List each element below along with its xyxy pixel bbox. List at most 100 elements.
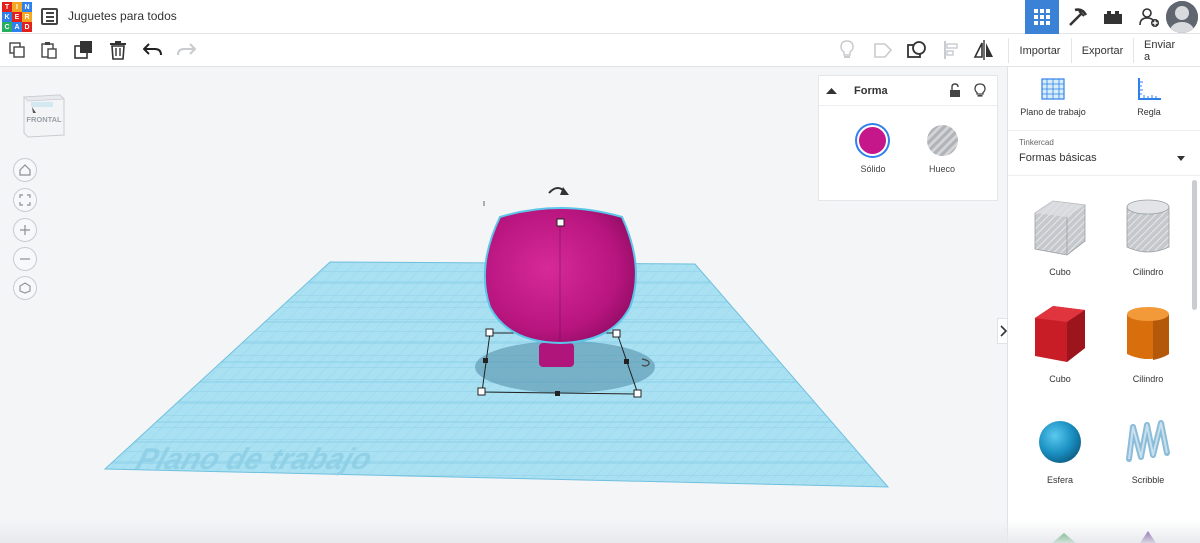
shape-label: Cubo (1049, 374, 1071, 384)
workplane-icon (1041, 78, 1065, 100)
home-icon (19, 164, 31, 176)
grid-view-button[interactable] (1025, 0, 1059, 34)
hole-cylinder-icon (1126, 199, 1170, 253)
grid-view-icon (1034, 9, 1050, 25)
trash-icon (110, 41, 126, 60)
avatar[interactable] (1166, 1, 1198, 33)
copy-icon (9, 42, 25, 58)
panel-scrollbar[interactable] (1192, 180, 1197, 310)
shape-scribble[interactable]: Scribble (1108, 417, 1188, 485)
design-list-icon[interactable] (41, 8, 58, 25)
logo-letter: E (12, 12, 22, 22)
rotate-top-icon[interactable] (548, 187, 569, 195)
mirror-button[interactable] (973, 39, 995, 61)
light-bulb-icon (840, 40, 854, 58)
logo-letter: N (22, 2, 32, 12)
show-lights-button[interactable] (836, 39, 858, 61)
chevron-down-icon (1177, 156, 1185, 161)
logo-letter: K (2, 12, 12, 22)
document-title[interactable]: Juguetes para todos (68, 9, 177, 23)
zoom-in-button[interactable] (13, 218, 37, 242)
logo-letter: A (12, 22, 22, 32)
paste-button[interactable] (38, 39, 60, 61)
lock-icon[interactable] (949, 83, 961, 98)
zoom-out-button[interactable] (13, 247, 37, 271)
shape-inspector: Forma Sólido Hueco (818, 75, 998, 201)
orthographic-icon (19, 282, 31, 294)
ruler-tool-button[interactable]: Regla (1104, 77, 1194, 117)
zoom-in-icon (20, 225, 30, 235)
cube-icon (1035, 306, 1085, 362)
zoom-out-icon (20, 258, 30, 260)
shape-hole-cylinder[interactable]: Cilindro (1108, 197, 1188, 277)
logo-letter: I (12, 2, 22, 12)
delete-button[interactable] (107, 39, 129, 61)
shape-cube[interactable]: Cubo (1020, 304, 1100, 384)
align-icon (944, 41, 958, 59)
fit-view-icon (19, 194, 31, 206)
avatar-icon (1166, 1, 1198, 33)
lego-brick-icon (1104, 11, 1122, 24)
redo-button[interactable] (175, 39, 197, 61)
align-button[interactable] (941, 39, 963, 61)
cup-stem[interactable] (539, 343, 574, 367)
shape-label: Cilindro (1132, 374, 1164, 384)
solid-label: Sólido (860, 164, 886, 174)
shape-sphere[interactable]: Esfera (1020, 417, 1100, 485)
add-user-button[interactable] (1132, 0, 1166, 34)
paste-icon (41, 42, 57, 59)
light-bulb-icon[interactable] (974, 83, 986, 98)
shape-library-select[interactable]: Tinkercad Formas básicas (1008, 130, 1200, 176)
shape-cylinder[interactable]: Cilindro (1108, 304, 1188, 384)
peek-shapes (1052, 531, 1156, 543)
redo-icon (177, 43, 196, 56)
view-cube[interactable]: FRONTAL (20, 91, 66, 139)
tinkercad-logo[interactable]: T I N K E R C A D (2, 2, 32, 32)
shape-hole-cube[interactable]: Cubo (1020, 197, 1100, 277)
shape-label: Esfera (1046, 475, 1073, 485)
logo-letter: T (2, 2, 12, 12)
send-to-button[interactable]: Enviar a (1133, 38, 1194, 63)
cylinder-icon (1127, 307, 1169, 360)
fit-view-button[interactable] (13, 188, 37, 212)
collapse-inspector-icon[interactable] (826, 87, 837, 95)
home-view-button[interactable] (13, 158, 37, 182)
orthographic-button[interactable] (13, 276, 37, 300)
ruler-icon (1138, 78, 1161, 100)
sphere-icon (1039, 421, 1081, 463)
edit-toolbar: Importar Exportar Enviar a (0, 34, 1200, 67)
group-button[interactable] (906, 39, 928, 61)
scribble-icon (1126, 420, 1170, 462)
chevron-right-icon (999, 325, 1007, 337)
shape-label: Cilindro (1132, 267, 1164, 277)
top-bar: T I N K E R C A D Juguetes para todos (0, 0, 1200, 34)
shape-label: Scribble (1131, 475, 1165, 485)
hole-swatch[interactable] (927, 125, 958, 156)
bricks-mode-button[interactable] (1096, 0, 1130, 34)
workplane-tool-button[interactable]: Plano de trabajo (1008, 77, 1098, 117)
import-button[interactable]: Importar (1008, 38, 1071, 63)
export-button[interactable]: Exportar (1071, 38, 1133, 63)
solid-swatch[interactable] (857, 125, 888, 156)
undo-button[interactable] (142, 39, 164, 61)
height-handle[interactable] (556, 218, 565, 227)
logo-letter: C (2, 22, 12, 32)
undo-icon (143, 43, 162, 56)
workplane-label: Plano de trabajo (132, 442, 376, 476)
logo-letter: R (22, 12, 32, 22)
library-selected: Formas básicas (1019, 152, 1097, 164)
inspector-header: Forma (819, 76, 997, 106)
group-icon (907, 41, 926, 58)
shape-note-icon (874, 43, 893, 58)
shapes-panel: Plano de trabajo Regla Tinkercad Formas … (1007, 67, 1200, 543)
duplicate-button[interactable] (73, 39, 95, 61)
copy-button[interactable] (6, 39, 28, 61)
ruler-tool-label: Regla (1137, 107, 1161, 117)
hole-cube-icon (1034, 200, 1086, 256)
inspector-title: Forma (854, 85, 888, 97)
notes-button[interactable] (872, 39, 894, 61)
build-mode-button[interactable] (1061, 0, 1095, 34)
add-user-icon (1139, 8, 1159, 27)
library-provider: Tinkercad (1019, 138, 1054, 147)
shape-label: Cubo (1049, 267, 1071, 277)
